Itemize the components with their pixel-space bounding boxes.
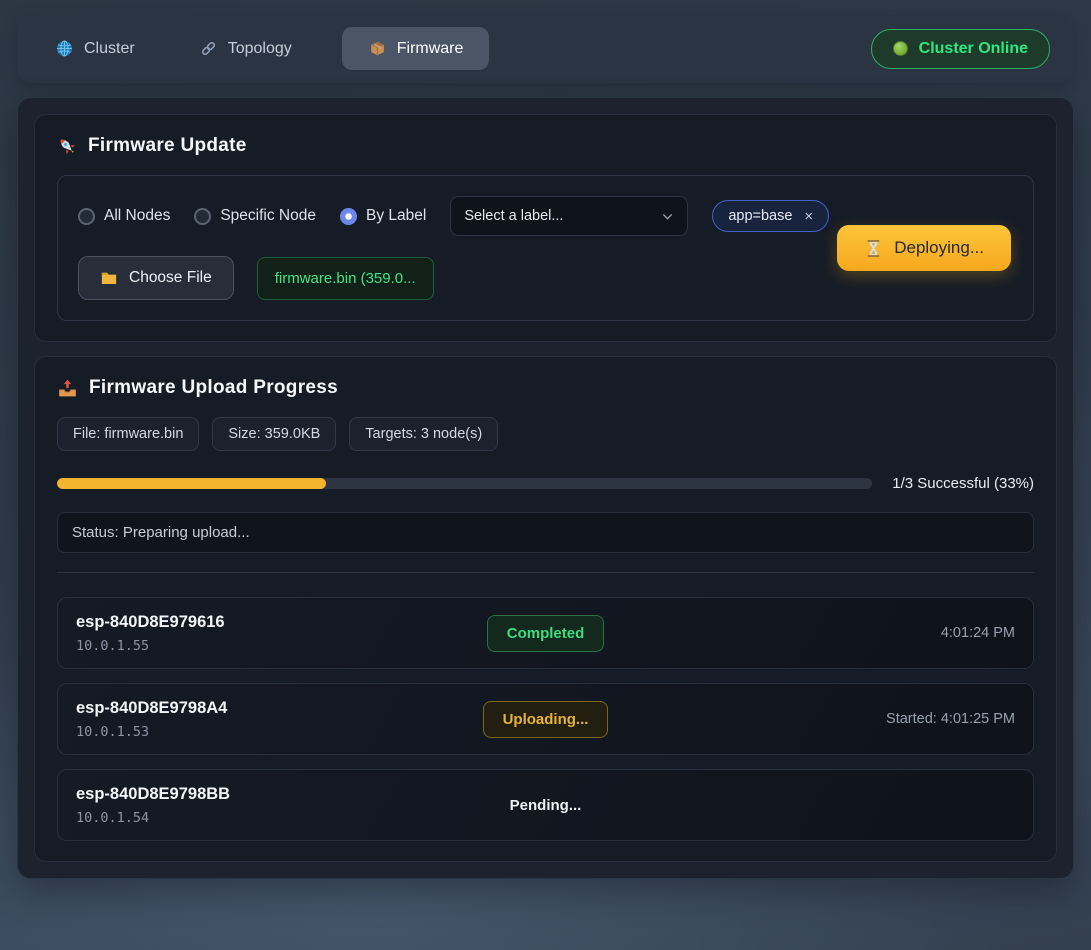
page: Cluster Topology Firmware Cluster Online: [0, 0, 1091, 893]
node-3-status-wrap: Pending...: [491, 788, 601, 823]
label-select[interactable]: Select a label...: [450, 196, 688, 236]
node-row-1: esp-840D8E979616 10.0.1.55 Completed 4:0…: [57, 597, 1034, 669]
upload-meta-row: File: firmware.bin Size: 359.0KB Targets…: [57, 417, 1034, 451]
node-ip: 10.0.1.55: [76, 638, 487, 654]
chip-remove-icon[interactable]: ×: [804, 209, 813, 224]
radio-all-nodes-label: All Nodes: [104, 207, 170, 225]
tab-topology-label: Topology: [228, 40, 292, 58]
rocket-icon: [57, 136, 77, 156]
firmware-update-title-row: Firmware Update: [57, 135, 1034, 157]
node-1-time: 4:01:24 PM: [604, 625, 1015, 641]
cluster-online-badge: Cluster Online: [871, 29, 1050, 69]
status-box: Status: Preparing upload...: [57, 512, 1034, 553]
radio-by-label-label: By Label: [366, 207, 426, 225]
radio-by-label-control[interactable]: [340, 208, 357, 225]
node-name: esp-840D8E979616: [76, 613, 487, 632]
radio-specific-node[interactable]: Specific Node: [194, 207, 316, 225]
radio-all-nodes-control[interactable]: [78, 208, 95, 225]
tab-topology[interactable]: Topology: [185, 27, 306, 70]
package-icon: [368, 39, 387, 58]
deploy-button-label: Deploying...: [894, 238, 984, 258]
size-badge: Size: 359.0KB: [212, 417, 336, 451]
node-row-2: esp-840D8E9798A4 10.0.1.53 Uploading... …: [57, 683, 1034, 755]
chevron-down-icon: [661, 210, 674, 223]
node-row-3: esp-840D8E9798BB 10.0.1.54 Pending...: [57, 769, 1034, 841]
targets-badge: Targets: 3 node(s): [349, 417, 498, 451]
hourglass-icon: [864, 239, 883, 258]
nav-bar: Cluster Topology Firmware Cluster Online: [17, 14, 1074, 83]
status-badge: Pending...: [491, 788, 601, 823]
file-row: Choose File firmware.bin (359.0...: [78, 256, 829, 300]
upload-progress-title-row: Firmware Upload Progress: [57, 377, 1034, 399]
selected-file-name: firmware.bin (359.0...: [257, 257, 434, 300]
node-3-info: esp-840D8E9798BB 10.0.1.54: [76, 785, 491, 826]
node-2-info: esp-840D8E9798A4 10.0.1.53: [76, 699, 483, 740]
node-name: esp-840D8E9798A4: [76, 699, 483, 718]
globe-icon: [55, 39, 74, 58]
divider: [57, 572, 1034, 573]
upload-progress-title: Firmware Upload Progress: [89, 377, 338, 399]
tab-cluster[interactable]: Cluster: [41, 27, 149, 70]
deploy-form-panel: All Nodes Specific Node By Label Select …: [57, 175, 1034, 321]
node-1-status-wrap: Completed: [487, 615, 605, 652]
label-select-placeholder: Select a label...: [464, 208, 563, 224]
selected-label-chip-text: app=base: [728, 208, 792, 224]
choose-file-label: Choose File: [129, 269, 212, 287]
cluster-online-label: Cluster Online: [919, 40, 1028, 58]
radio-specific-node-control[interactable]: [194, 208, 211, 225]
progress-track: [57, 478, 872, 489]
deploy-button[interactable]: Deploying...: [837, 225, 1011, 271]
radio-by-label[interactable]: By Label: [340, 207, 426, 225]
target-mode-row: All Nodes Specific Node By Label Select …: [78, 196, 829, 236]
folder-icon: [100, 269, 118, 287]
radio-specific-node-label: Specific Node: [220, 207, 316, 225]
node-name: esp-840D8E9798BB: [76, 785, 491, 804]
choose-file-button[interactable]: Choose File: [78, 256, 234, 300]
node-2-status-wrap: Uploading...: [483, 701, 609, 738]
firmware-update-title: Firmware Update: [88, 135, 247, 157]
link-icon: [199, 39, 218, 58]
file-badge: File: firmware.bin: [57, 417, 199, 451]
status-badge: Completed: [487, 615, 605, 652]
green-circle-icon: [893, 41, 908, 56]
progress-fill: [57, 478, 326, 489]
main-panel: Firmware Update All Nodes Specific Node: [17, 97, 1074, 879]
node-1-info: esp-840D8E979616 10.0.1.55: [76, 613, 487, 654]
upload-tray-icon: [57, 378, 78, 399]
tab-firmware[interactable]: Firmware: [342, 27, 490, 70]
status-badge: Uploading...: [483, 701, 609, 738]
upload-progress-card: Firmware Upload Progress File: firmware.…: [34, 356, 1057, 862]
node-2-time: Started: 4:01:25 PM: [608, 711, 1015, 727]
tab-firmware-label: Firmware: [397, 40, 464, 58]
node-ip: 10.0.1.54: [76, 810, 491, 826]
tab-cluster-label: Cluster: [84, 40, 135, 58]
deploy-form-left: All Nodes Specific Node By Label Select …: [78, 196, 829, 300]
firmware-update-card: Firmware Update All Nodes Specific Node: [34, 114, 1057, 342]
node-ip: 10.0.1.53: [76, 724, 483, 740]
selected-label-chip: app=base ×: [712, 200, 829, 232]
progress-label: 1/3 Successful (33%): [892, 475, 1034, 492]
radio-all-nodes[interactable]: All Nodes: [78, 207, 170, 225]
progress-row: 1/3 Successful (33%): [57, 475, 1034, 492]
